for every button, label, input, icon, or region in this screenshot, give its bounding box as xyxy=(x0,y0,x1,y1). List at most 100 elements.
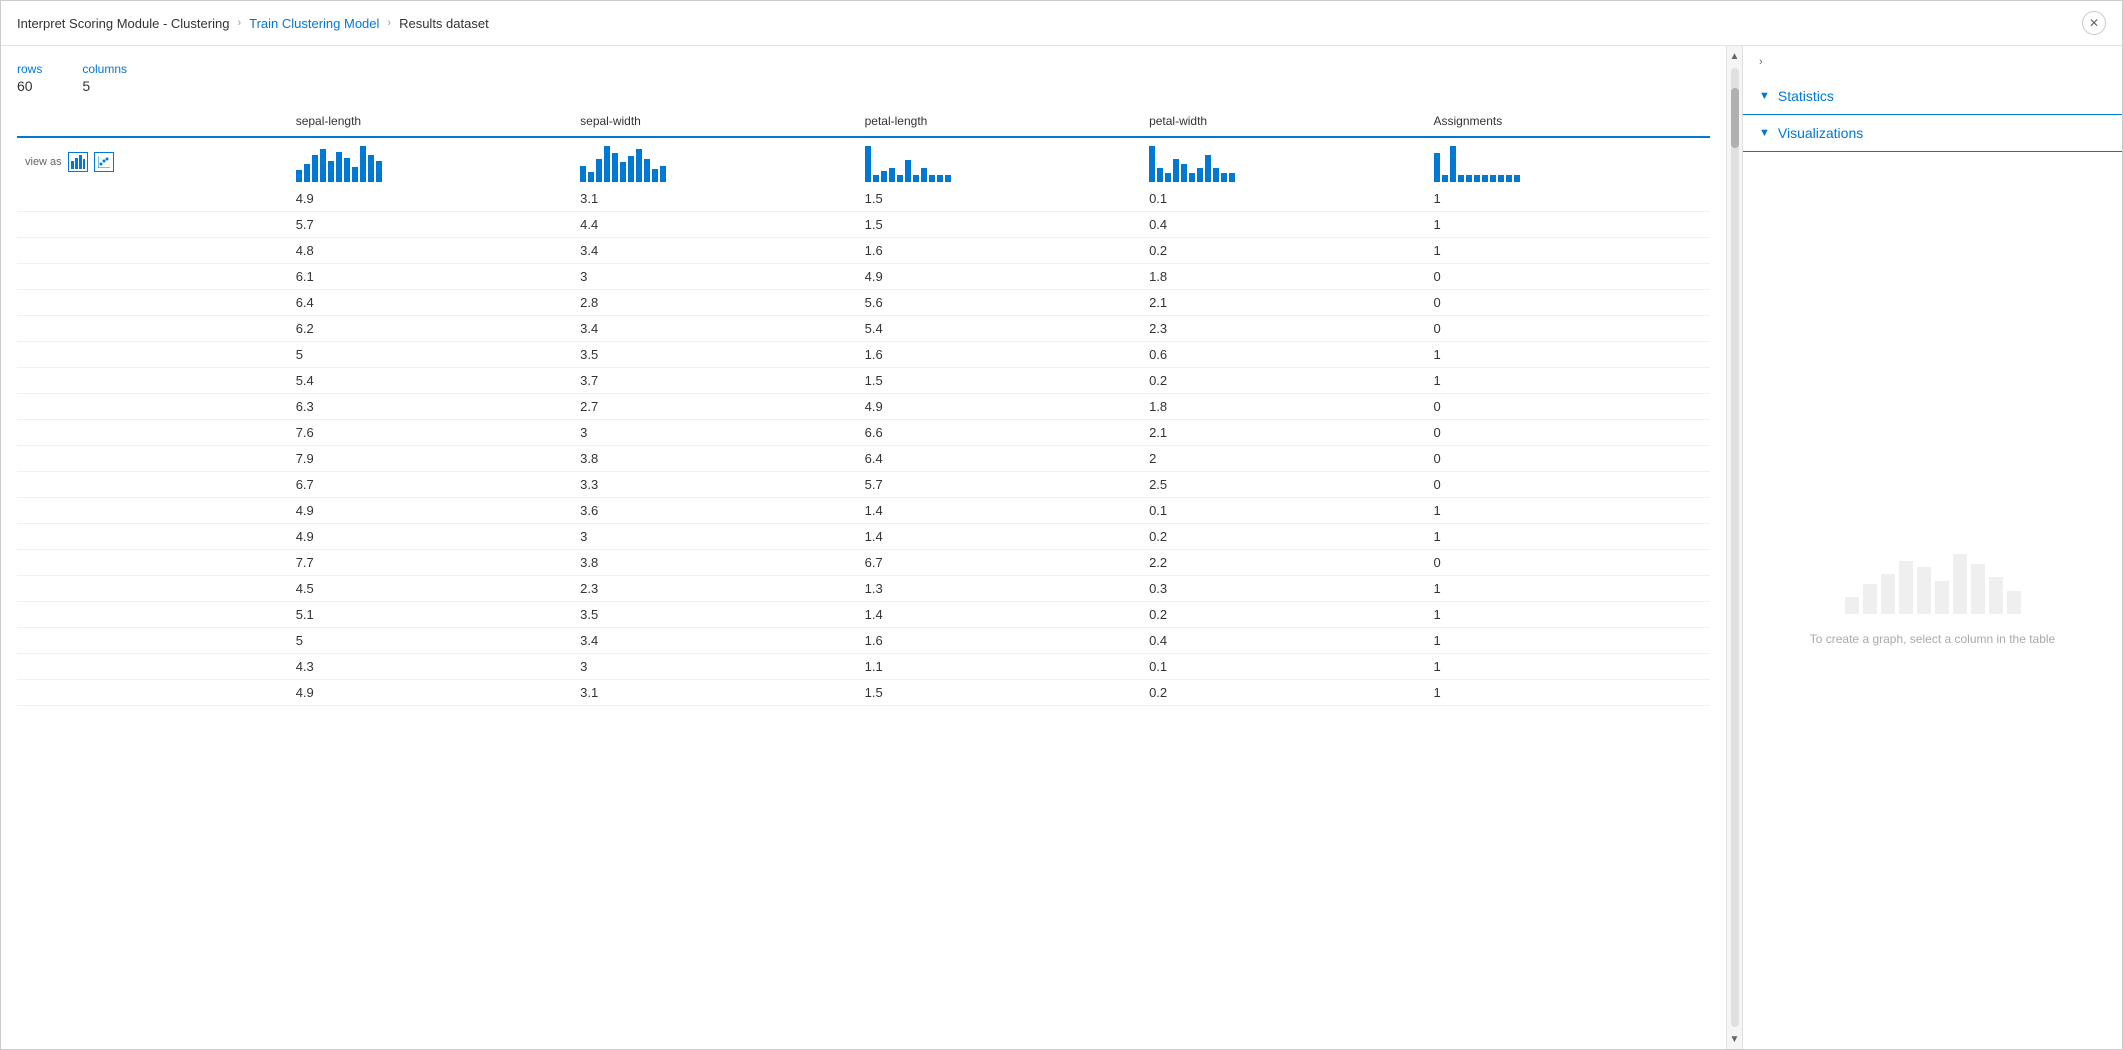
table-cell: 3.8 xyxy=(572,550,856,576)
mini-chart-sepal-width xyxy=(572,137,856,186)
table-row[interactable]: 7.93.86.420 xyxy=(17,446,1710,472)
placeholder-chart-icon xyxy=(1845,554,2021,614)
rows-stat: rows 60 xyxy=(17,62,42,94)
table-cell: 6.7 xyxy=(288,472,572,498)
table-row[interactable]: 4.931.40.21 xyxy=(17,524,1710,550)
table-cell: 6.7 xyxy=(857,550,1141,576)
data-table-wrapper[interactable]: sepal-length sepal-width petal-length pe… xyxy=(17,110,1710,1033)
table-cell: 3 xyxy=(572,654,856,680)
table-cell: 3.4 xyxy=(572,628,856,654)
close-button[interactable]: ✕ xyxy=(2082,11,2106,35)
view-as-label: view as xyxy=(25,156,62,168)
table-cell: 1.5 xyxy=(857,186,1141,212)
table-row[interactable]: 53.51.60.61 xyxy=(17,342,1710,368)
table-cell: 4.8 xyxy=(288,238,572,264)
table-cell: 4.9 xyxy=(857,264,1141,290)
table-cell: 1 xyxy=(1426,368,1710,394)
table-row[interactable]: 4.93.61.40.11 xyxy=(17,498,1710,524)
table-row[interactable]: 4.52.31.30.31 xyxy=(17,576,1710,602)
table-cell: 0.3 xyxy=(1141,576,1425,602)
visualizations-title: Visualizations xyxy=(1778,125,1863,141)
table-row[interactable]: 5.74.41.50.41 xyxy=(17,212,1710,238)
statistics-section-header[interactable]: ▼ Statistics xyxy=(1743,78,2122,115)
table-cell: 1.6 xyxy=(857,238,1141,264)
table-cell: 1 xyxy=(1426,238,1710,264)
breadcrumb-part1: Interpret Scoring Module - Clustering xyxy=(17,16,229,31)
table-row[interactable]: 6.32.74.91.80 xyxy=(17,394,1710,420)
table-cell: 2.5 xyxy=(1141,472,1425,498)
table-row[interactable]: 4.83.41.60.21 xyxy=(17,238,1710,264)
table-cell: 0.4 xyxy=(1141,212,1425,238)
expand-icon[interactable]: › xyxy=(1759,56,1763,68)
table-row[interactable]: 7.636.62.10 xyxy=(17,420,1710,446)
table-row[interactable]: 4.93.11.50.21 xyxy=(17,680,1710,706)
table-cell: 4.4 xyxy=(572,212,856,238)
table-cell: 0.2 xyxy=(1141,602,1425,628)
scroll-thumb[interactable] xyxy=(1731,88,1739,148)
table-cell: 1.3 xyxy=(857,576,1141,602)
table-cell: 0 xyxy=(1426,316,1710,342)
table-cell: 6.6 xyxy=(857,420,1141,446)
breadcrumb-sep2: › xyxy=(387,17,391,29)
table-row[interactable]: 6.73.35.72.50 xyxy=(17,472,1710,498)
table-cell: 0.1 xyxy=(1141,186,1425,212)
table-row[interactable]: 6.23.45.42.30 xyxy=(17,316,1710,342)
table-row[interactable]: 53.41.60.41 xyxy=(17,628,1710,654)
visualizations-arrow-icon: ▼ xyxy=(1759,127,1770,139)
scroll-track[interactable] xyxy=(1731,68,1739,1027)
table-cell: 3 xyxy=(572,524,856,550)
table-cell: 5.7 xyxy=(288,212,572,238)
table-row[interactable]: 6.42.85.62.10 xyxy=(17,290,1710,316)
scroll-up-button[interactable]: ▲ xyxy=(1727,46,1743,66)
mini-chart-petal-length xyxy=(857,137,1141,186)
mini-chart-assignments xyxy=(1426,137,1710,186)
table-cell: 1.4 xyxy=(857,602,1141,628)
col-sepal-width[interactable]: sepal-width xyxy=(572,110,856,137)
col-petal-length[interactable]: petal-length xyxy=(857,110,1141,137)
table-row[interactable]: 5.13.51.40.21 xyxy=(17,602,1710,628)
table-cell: 0 xyxy=(1426,550,1710,576)
scroll-down-button[interactable]: ▼ xyxy=(1727,1029,1743,1049)
table-row[interactable]: 4.93.11.50.11 xyxy=(17,186,1710,212)
rows-label: rows xyxy=(17,62,42,76)
table-cell: 2.3 xyxy=(1141,316,1425,342)
table-row[interactable]: 5.43.71.50.21 xyxy=(17,368,1710,394)
table-cell: 5.4 xyxy=(288,368,572,394)
table-cell: 3.8 xyxy=(572,446,856,472)
mini-chart-sepal-length xyxy=(288,137,572,186)
statistics-arrow-icon: ▼ xyxy=(1759,90,1770,102)
histogram-view-icon[interactable] xyxy=(68,152,88,172)
table-cell: 1.1 xyxy=(857,654,1141,680)
table-cell: 1 xyxy=(1426,342,1710,368)
col-petal-width[interactable]: petal-width xyxy=(1141,110,1425,137)
table-cell: 2 xyxy=(1141,446,1425,472)
table-cell: 5 xyxy=(288,628,572,654)
table-cell: 6.1 xyxy=(288,264,572,290)
table-cell: 1 xyxy=(1426,576,1710,602)
table-cell: 0.2 xyxy=(1141,238,1425,264)
table-cell: 5.7 xyxy=(857,472,1141,498)
data-panel: rows 60 columns 5 sepal-length sepal-wid… xyxy=(1,46,1726,1049)
table-cell: 1.5 xyxy=(857,212,1141,238)
statistics-title: Statistics xyxy=(1778,88,1834,104)
table-cell: 3 xyxy=(572,420,856,446)
col-assignments[interactable]: Assignments xyxy=(1426,110,1710,137)
table-cell: 2.3 xyxy=(572,576,856,602)
visualizations-section-header[interactable]: ▼ Visualizations xyxy=(1743,115,2122,152)
data-table: sepal-length sepal-width petal-length pe… xyxy=(17,110,1710,706)
table-cell: 1 xyxy=(1426,524,1710,550)
table-row[interactable]: 6.134.91.80 xyxy=(17,264,1710,290)
scatter-view-icon[interactable] xyxy=(94,152,114,172)
table-row[interactable]: 4.331.10.11 xyxy=(17,654,1710,680)
table-cell: 0 xyxy=(1426,472,1710,498)
table-cell: 3.6 xyxy=(572,498,856,524)
col-sepal-length[interactable]: sepal-length xyxy=(288,110,572,137)
table-cell: 2.8 xyxy=(572,290,856,316)
scrollbar[interactable]: ▲ ▼ xyxy=(1726,46,1742,1049)
table-cell: 1.6 xyxy=(857,628,1141,654)
table-cell: 7.9 xyxy=(288,446,572,472)
table-cell: 0 xyxy=(1426,446,1710,472)
table-cell: 3.5 xyxy=(572,342,856,368)
table-cell: 6.3 xyxy=(288,394,572,420)
table-row[interactable]: 7.73.86.72.20 xyxy=(17,550,1710,576)
